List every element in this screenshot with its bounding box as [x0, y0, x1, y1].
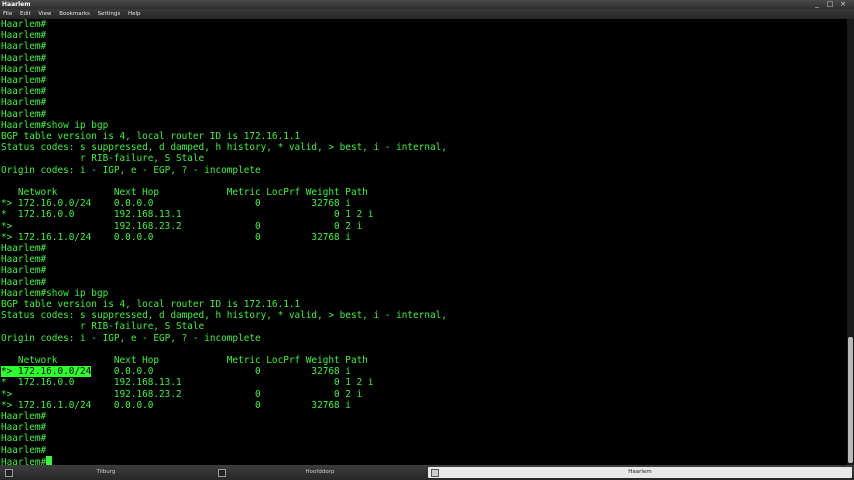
terminal-line: Haarlem# — [1, 52, 47, 64]
session-tab-haarlem[interactable]: Haarlem — [428, 467, 852, 478]
text-selection: *> 172.16.0.0/24 — [1, 366, 92, 378]
terminal-selected-line: *> 172.16.0.0/24 0.0.0.0 0 32768 i — [1, 366, 351, 378]
session-tab-tilburg[interactable]: Tilburg — [2, 467, 210, 478]
terminal-line: Haarlem# — [1, 243, 47, 254]
terminal-line: *> 172.16.1.0/24 0.0.0.0 0 32768 i — [1, 399, 351, 411]
terminal-line: Status codes: s suppressed, d damped, h … — [1, 142, 447, 154]
menu-view[interactable]: View — [38, 9, 51, 19]
terminal-line: Haarlem#show ip bgp — [1, 287, 109, 299]
terminal-line: * 172.16.0.0 192.168.13.1 0 1 2 i — [1, 209, 374, 221]
terminal-line: Haarlem# — [1, 265, 47, 277]
menu-bar: File Edit View Bookmarks Settings Help — [0, 9, 854, 19]
terminal-line: Haarlem# — [1, 75, 47, 86]
terminal-prompt: Haarlem# — [1, 456, 47, 465]
terminal-line: Haarlem# — [1, 411, 47, 422]
terminal-line: Haarlem# — [1, 30, 47, 42]
session-tab-hoofddorp[interactable]: Hoofddorp — [215, 467, 425, 478]
terminal-line: *> 172.16.0.0/24 0.0.0.0 0 32768 i — [1, 198, 351, 210]
terminal-line: Haarlem# — [1, 444, 47, 456]
terminal-line: Haarlem#show ip bgp — [1, 119, 109, 131]
terminal-line: Haarlem# — [1, 276, 47, 288]
terminal-line: Haarlem# — [1, 63, 47, 75]
menu-file[interactable]: File — [3, 9, 12, 19]
terminal-line: Haarlem# — [1, 86, 47, 98]
terminal-line: Haarlem# — [1, 97, 47, 109]
terminal-line: Status codes: s suppressed, d damped, h … — [1, 310, 447, 322]
terminal-line: Haarlem# — [1, 254, 47, 266]
terminal-line: Haarlem# — [1, 108, 47, 120]
terminal-line: Network Next Hop Metric LocPrf Weight Pa… — [1, 187, 368, 198]
terminal-line: *> 172.16.1.0/24 0.0.0.0 0 32768 i — [1, 231, 351, 243]
window-title: Haarlem — [2, 1, 31, 8]
terminal-prompt-line[interactable]: Haarlem# — [1, 455, 52, 465]
menu-settings[interactable]: Settings — [98, 9, 121, 19]
terminal-line: r RIB-failure, S Stale — [1, 321, 205, 333]
window-titlebar[interactable]: Haarlem _ □ × — [0, 0, 854, 9]
terminal-output[interactable]: *> 172.16.0.0/24 0.0.0.0 0 32768 i Haarl… — [0, 19, 847, 465]
terminal-line: r RIB-failure, S Stale — [1, 153, 205, 165]
session-tab-bar: Tilburg Hoofddorp Haarlem — [0, 465, 854, 480]
terminal-line: Origin codes: i - IGP, e - EGP, ? - inco… — [1, 332, 261, 344]
terminal-line: Haarlem# — [1, 41, 47, 53]
selected-line-rest: 0.0.0.0 0 32768 i — [91, 366, 351, 378]
menu-help[interactable]: Help — [128, 9, 141, 19]
terminal-scrollbar[interactable] — [847, 19, 854, 465]
terminal-line: Haarlem# — [1, 433, 47, 445]
terminal-line: *> 192.168.23.2 0 0 2 i — [1, 220, 363, 232]
close-button[interactable]: × — [838, 0, 848, 9]
scrollbar-thumb[interactable] — [848, 337, 853, 463]
terminal-line: Haarlem# — [1, 422, 47, 434]
terminal-line: BGP table version is 4, local router ID … — [1, 131, 301, 142]
menu-bookmarks[interactable]: Bookmarks — [59, 9, 90, 19]
terminal-line: *> 192.168.23.2 0 0 2 i — [1, 388, 363, 400]
terminal-line: Network Next Hop Metric LocPrf Weight Pa… — [1, 355, 368, 366]
maximize-button[interactable]: □ — [825, 0, 835, 9]
text-cursor — [46, 455, 52, 465]
terminal-line: BGP table version is 4, local router ID … — [1, 299, 301, 310]
terminal-line: * 172.16.0.0 192.168.13.1 0 1 2 i — [1, 377, 374, 389]
menu-edit[interactable]: Edit — [20, 9, 31, 19]
terminal-line: Origin codes: i - IGP, e - EGP, ? - inco… — [1, 164, 261, 176]
minimize-button[interactable]: _ — [812, 0, 822, 9]
terminal-line: Haarlem# — [1, 19, 47, 30]
